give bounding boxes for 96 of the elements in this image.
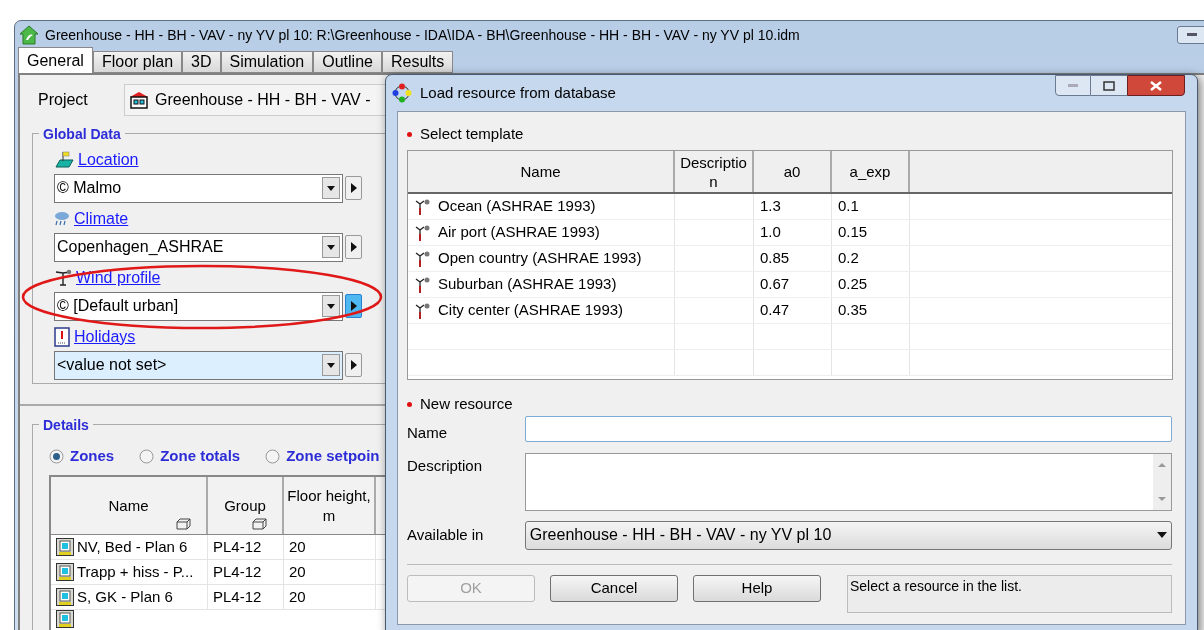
radio-label: Zone totals — [160, 445, 241, 466]
table-cell-text: Open country (ASHRAE 1993) — [438, 248, 642, 269]
close-icon — [1150, 80, 1162, 91]
calendar-icon — [54, 327, 70, 347]
box-icon — [176, 518, 192, 530]
bullet-icon — [407, 131, 412, 137]
map-flag-icon — [54, 151, 74, 169]
dialog-button[interactable]: Help — [693, 574, 821, 602]
dropdown-field[interactable]: © [Default urban] — [54, 292, 343, 321]
table-cell-text: PL4-12 — [213, 536, 262, 557]
app-logo-icon — [392, 83, 412, 103]
available-dropdown[interactable]: Greenhouse - HH - BH - VAV - ny YV pl 10 — [524, 520, 1172, 550]
table-cell-text: Suburban (ASHRAE 1993) — [438, 274, 617, 295]
tab[interactable]: Floor plan — [92, 51, 183, 73]
table-cell-text: 0.1 — [838, 196, 859, 217]
field-label: Name — [407, 423, 448, 443]
tab[interactable]: Results — [381, 51, 454, 73]
table-cell-text: 1.3 — [760, 196, 781, 217]
field-link[interactable]: Location — [78, 148, 139, 172]
zone-icon — [56, 538, 74, 556]
dialog-button[interactable]: Cancel — [550, 574, 678, 602]
tab[interactable]: Simulation — [220, 51, 314, 73]
table-cell-text: 20 — [289, 586, 306, 607]
table-cell-text: City center (ASHRAE 1993) — [438, 300, 624, 321]
column-header[interactable]: Name — [408, 151, 675, 192]
tab[interactable]: 3D — [182, 51, 221, 73]
radio-label: Zone setpoin — [286, 445, 380, 466]
play-arrow-icon — [350, 301, 357, 312]
table-cell-text: 0.25 — [838, 274, 868, 295]
table-cell-text: 0.2 — [838, 248, 859, 269]
close-button[interactable] — [1127, 75, 1185, 96]
maximize-icon — [1103, 80, 1115, 91]
column-header[interactable]: Floor height, m — [284, 477, 376, 534]
bullet-icon — [407, 401, 412, 407]
go-button[interactable] — [345, 176, 362, 201]
table-cell-text: PL4-12 — [213, 561, 262, 582]
tab[interactable]: General — [18, 47, 93, 73]
play-arrow-icon — [350, 183, 357, 194]
zone-icon — [56, 563, 74, 581]
table-cell-text: 20 — [289, 561, 306, 582]
project-field[interactable]: Greenhouse - HH - BH - VAV - — [124, 84, 386, 116]
minimize-icon — [1187, 33, 1197, 37]
dropdown-field[interactable]: Copenhagen_ASHRAE — [54, 233, 343, 262]
box-icon — [252, 518, 268, 530]
cloud-rain-icon — [54, 211, 70, 227]
radio-button[interactable] — [265, 448, 281, 464]
minimize-icon — [1068, 83, 1078, 88]
wind-mast-icon — [54, 269, 72, 287]
column-header[interactable]: Name — [51, 477, 208, 534]
table-cell-text: NV, Bed - Plan 6 — [77, 536, 188, 557]
description-field[interactable] — [524, 452, 1172, 511]
dropdown-field[interactable]: <value not set> — [54, 351, 343, 380]
field-label: Available in — [407, 524, 485, 545]
dropdown-arrow-icon — [1157, 532, 1167, 538]
maximize-button[interactable] — [1091, 75, 1127, 96]
zone-icon — [56, 588, 74, 606]
tab[interactable]: Outline — [313, 51, 382, 73]
field-label: Project — [38, 90, 89, 110]
field-label: Description — [407, 455, 484, 476]
name-field[interactable] — [524, 416, 1172, 442]
scrollbar-drawing — [1153, 453, 1171, 510]
play-arrow-icon — [350, 242, 357, 253]
radio-label: Zones — [70, 445, 115, 466]
radio-button[interactable] — [49, 448, 64, 464]
table-cell-text: Ocean (ASHRAE 1993) — [438, 196, 596, 217]
house-icon — [19, 25, 39, 45]
field-link[interactable]: Holidays — [74, 325, 136, 349]
table-cell-text: 1.0 — [760, 222, 781, 243]
go-button[interactable] — [345, 353, 362, 378]
table-cell-text: 0.67 — [760, 274, 790, 295]
minimize-button[interactable] — [1055, 75, 1091, 96]
table-cell-text: 0.47 — [760, 300, 790, 321]
status-box: Select a resource in the list. — [847, 574, 1172, 613]
table-cell-text: Air port (ASHRAE 1993) — [438, 222, 600, 243]
table-cell-text: 0.35 — [838, 300, 868, 321]
radio-button[interactable] — [139, 448, 155, 464]
go-button[interactable] — [345, 235, 362, 260]
column-header[interactable]: a_exp — [832, 151, 910, 192]
table-cell-text: S, GK - Plan 6 — [77, 586, 173, 607]
table-cell-text: 0.85 — [760, 248, 790, 269]
table-cell-text: Trapp + hiss - P... — [77, 561, 194, 582]
section-title: Select template — [420, 123, 524, 144]
field-link[interactable]: Climate — [74, 207, 129, 231]
section-title: New resource — [420, 393, 513, 414]
column-header[interactable]: Description — [675, 151, 754, 192]
table-cell-text: 20 — [289, 536, 306, 557]
table-cell-text: PL4-12 — [213, 586, 262, 607]
house-icon — [129, 91, 149, 109]
dropdown-field[interactable]: © Malmo — [54, 174, 343, 203]
window-title: Greenhouse - HH - BH - VAV - ny YV pl 10: R:\Greenhouse - IDA\IDA - BH\Greenhouse - HH - BH - VAV - ny YV pl 10.idm — [45, 25, 801, 45]
column-header[interactable]: Group — [208, 477, 284, 534]
column-header[interactable]: a0 — [754, 151, 832, 192]
play-arrow-icon — [350, 360, 357, 371]
minimize-button[interactable] — [1177, 26, 1204, 44]
table-cell-text: 0.15 — [838, 222, 868, 243]
dialog-title: Load resource from database — [420, 82, 617, 103]
